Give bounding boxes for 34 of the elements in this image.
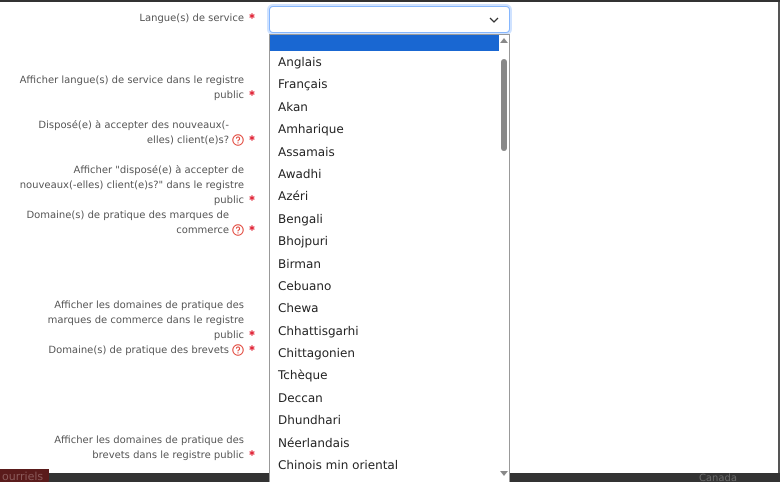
scroll-down-icon[interactable] <box>500 471 508 477</box>
field-label: Afficher les domaines de pratique des marques de commerce dans le registre public <box>46 299 244 343</box>
dropdown-option[interactable]: Chinois min oriental <box>270 454 499 476</box>
help-icon[interactable] <box>232 134 244 146</box>
dropdown-option[interactable]: Cebuano <box>270 274 499 298</box>
dropdown-option[interactable]: Anglais <box>270 51 499 74</box>
dropdown-option[interactable]: Assamais <box>270 140 499 163</box>
dropdown-option[interactable]: Tchèque <box>270 364 499 387</box>
dropdown-option[interactable]: Bengali <box>270 208 499 230</box>
dropdown-option[interactable]: Français <box>270 73 499 96</box>
dropdown-option[interactable]: Deccan <box>270 386 499 410</box>
dropdown-option[interactable]: Amharique <box>270 118 499 141</box>
chevron-down-icon <box>489 17 499 23</box>
dropdown-option[interactable]: Akan <box>270 96 499 118</box>
dropdown-option[interactable]: Dhundhari <box>270 409 499 432</box>
scroll-up-icon[interactable] <box>500 37 508 43</box>
language-select[interactable] <box>269 6 510 33</box>
field-label: Domaine(s) de pratique des marques de commerce <box>25 209 229 238</box>
dropdown-option[interactable]: Néerlandais <box>270 432 499 454</box>
field-label: Afficher "disposé(e) à accepter de nouveaux(-elles) client(e)s?" dans le registre public <box>18 164 244 208</box>
help-icon[interactable] <box>232 224 244 236</box>
field-label: Langue(s) de service <box>139 12 244 26</box>
dropdown-option[interactable]: Birman <box>270 252 499 275</box>
field-label: Disposé(e) à accepter des nouveaux(-elles) client(e)s? <box>37 119 229 148</box>
dropdown-option[interactable]: Azéri <box>270 185 499 208</box>
field-label: Afficher les domaines de pratique des brevets dans le registre public <box>53 434 244 463</box>
dropdown-option[interactable]: Awadhi <box>270 162 499 186</box>
help-icon[interactable] <box>232 344 244 356</box>
dropdown-option[interactable]: Chittagonien <box>270 342 499 364</box>
dropdown-option[interactable]: Chhattisgarhi <box>270 320 499 342</box>
field-label: Domaine(s) de pratique des brevets <box>48 344 229 358</box>
dropdown-option[interactable]: Bhojpuri <box>270 230 499 253</box>
dropdown-option[interactable]: Chewa <box>270 297 499 320</box>
field-label: Afficher langue(s) de service dans le registre public <box>18 74 244 103</box>
